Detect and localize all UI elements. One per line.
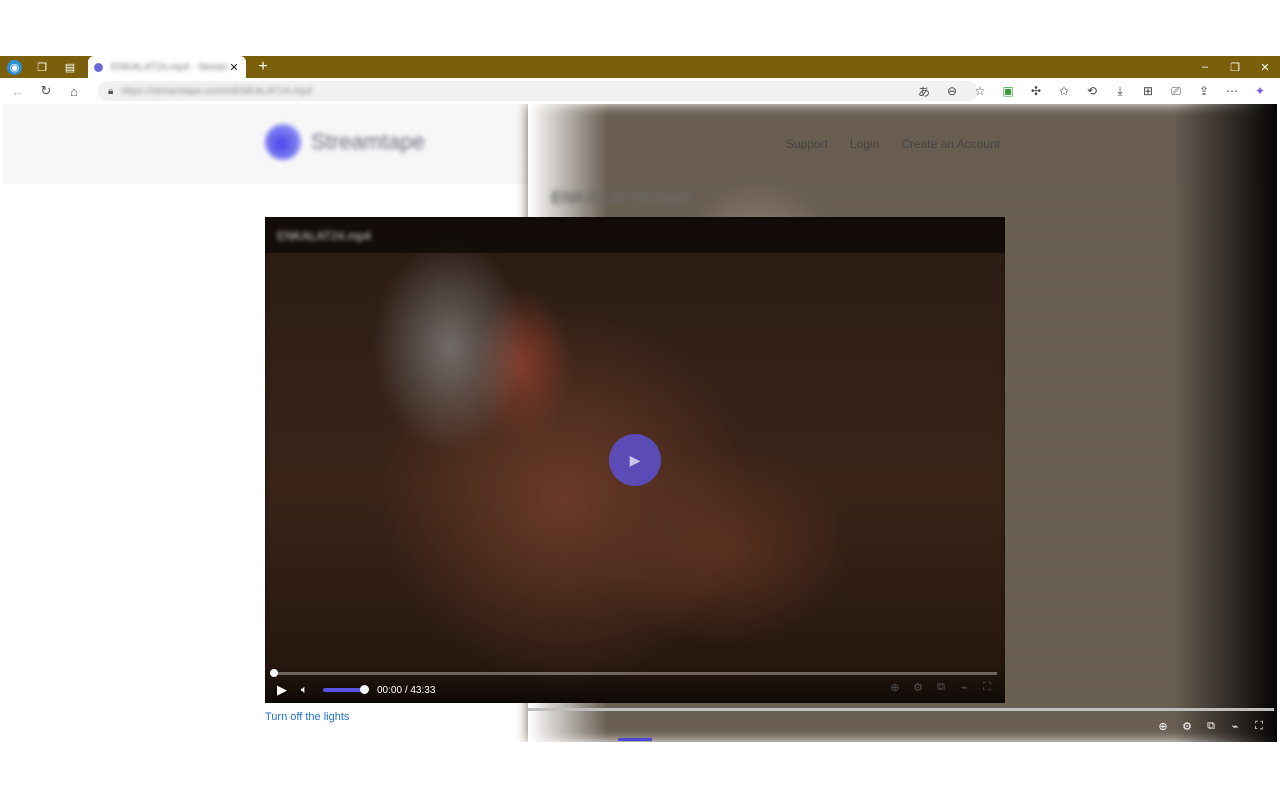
favorite-star-icon[interactable]: ☆: [966, 84, 994, 98]
volume-knob[interactable]: [360, 685, 369, 694]
minimize-button[interactable]: –: [1190, 56, 1220, 78]
translate-icon[interactable]: あ: [910, 83, 938, 100]
nav-create-account-link[interactable]: Create an Account: [901, 137, 1000, 151]
zoom-icon[interactable]: ⊕: [887, 681, 903, 699]
copilot-icon[interactable]: ✦: [1246, 84, 1274, 98]
lock-icon: 🔒︎: [108, 85, 114, 97]
pip-icon[interactable]: ⧉: [933, 681, 949, 699]
collections-icon[interactable]: ⊞: [1134, 84, 1162, 98]
share-icon[interactable]: ⇪: [1190, 84, 1218, 98]
downloads-icon[interactable]: ⤓: [1106, 84, 1134, 99]
tab-actions-icon[interactable]: ▤: [62, 59, 78, 75]
logo-mark-icon: [265, 124, 301, 160]
bg-settings-icon[interactable]: ⚙: [1179, 720, 1195, 734]
tracking-prevention-icon[interactable]: ⊖: [938, 84, 966, 98]
screenshot-icon[interactable]: ⎚: [1162, 84, 1190, 99]
video-title: ENKALAT24.mp4: [277, 229, 371, 243]
extension-green-icon[interactable]: ▣: [994, 84, 1022, 98]
more-menu-icon[interactable]: ⋯: [1218, 84, 1246, 98]
time-display: 00:00 / 43:33: [377, 685, 435, 696]
bg-pip-icon[interactable]: ⧉: [1203, 720, 1219, 734]
bg-fullscreen-icon[interactable]: ⛶: [1251, 720, 1267, 734]
address-text: https://streamtape.com/e/ENKALAT24.mp4: [121, 85, 313, 97]
home-icon[interactable]: ⌂: [60, 78, 88, 104]
background-controls: ⊕ ⚙ ⧉ ⌁ ⛶: [1155, 720, 1267, 734]
background-progress-bar: [528, 708, 1274, 711]
active-tab[interactable]: ENKALAT24.mp4 - StreamTape ✕: [88, 56, 246, 78]
toolbar-right-icons: あ ⊖ ☆ ▣ ✣ ✩ ⟲ ⤓ ⊞ ⎚ ⇪ ⋯ ✦: [910, 78, 1274, 104]
window-controls: – ❐ ✕: [1190, 56, 1280, 78]
file-title: ENKALAT24.mp4: [551, 188, 690, 207]
video-player[interactable]: ENKALAT24.mp4 ▶ ▶ 🔈︎ 00:00 / 43:33 ⊕ ⚙ ⧉…: [265, 217, 1005, 703]
site-logo[interactable]: Streamtape: [265, 124, 425, 160]
seek-knob[interactable]: [270, 669, 278, 677]
site-nav: Support Login Create an Account: [786, 137, 1000, 151]
logo-text: Streamtape: [311, 129, 425, 154]
background-accent-bar: [618, 738, 652, 741]
fullscreen-icon[interactable]: ⛶: [979, 681, 995, 699]
volume-icon[interactable]: 🔈︎: [301, 684, 315, 697]
browser-toolbar: ← ↻ ⌂ 🔒︎ https://streamtape.com/e/ENKALA…: [0, 78, 1280, 104]
nav-login-link[interactable]: Login: [850, 137, 879, 151]
seek-bar[interactable]: [270, 669, 997, 677]
duration: 43:33: [410, 684, 436, 696]
back-icon[interactable]: ←: [4, 78, 32, 104]
bg-cast-icon[interactable]: ⌁: [1227, 720, 1243, 734]
refresh-icon[interactable]: ↻: [32, 78, 60, 104]
bg-zoom-icon[interactable]: ⊕: [1155, 720, 1171, 734]
close-window-button[interactable]: ✕: [1250, 56, 1280, 78]
tab-close-icon[interactable]: ✕: [228, 61, 240, 74]
web-page: Streamtape Support Login Create an Accou…: [3, 104, 1277, 742]
restore-button[interactable]: ❐: [1220, 56, 1250, 78]
history-icon[interactable]: ⟲: [1078, 84, 1106, 98]
time-separator: /: [404, 684, 408, 696]
address-bar[interactable]: 🔒︎ https://streamtape.com/e/ENKALAT24.mp…: [98, 81, 978, 101]
play-icon[interactable]: ▶: [277, 682, 291, 698]
settings-icon[interactable]: ⚙: [910, 681, 926, 699]
extensions-icon[interactable]: ✣: [1022, 84, 1050, 98]
tab-title: ENKALAT24.mp4 - StreamTape: [111, 61, 228, 73]
new-tab-button[interactable]: +: [254, 58, 272, 76]
current-time: 00:00: [377, 684, 403, 696]
workspaces-icon[interactable]: ❒: [34, 59, 50, 75]
control-bar-right: ⊕ ⚙ ⧉ ⌁ ⛶: [887, 681, 995, 699]
browser-titlebar: ◉ ❒ ▤ ENKALAT24.mp4 - StreamTape ✕ + – ❐…: [0, 56, 1280, 78]
tab-favicon-icon: [94, 62, 103, 72]
favorites-icon[interactable]: ✩: [1050, 84, 1078, 98]
turn-off-lights-link[interactable]: Turn off the lights: [265, 711, 349, 723]
nav-support-link[interactable]: Support: [786, 137, 828, 151]
big-play-button[interactable]: ▶: [609, 434, 661, 486]
video-title-bar: [265, 217, 1005, 253]
screen: ◉ ❒ ▤ ENKALAT24.mp4 - StreamTape ✕ + – ❐…: [0, 0, 1280, 800]
background-shadow: [1173, 104, 1277, 742]
control-bar: ▶ 🔈︎ 00:00 / 43:33 ⊕ ⚙ ⧉ ⌁ ⛶: [265, 681, 1005, 699]
browser-profile-icon[interactable]: ◉: [7, 59, 22, 75]
volume-slider[interactable]: [323, 685, 369, 694]
cast-icon[interactable]: ⌁: [956, 681, 972, 699]
